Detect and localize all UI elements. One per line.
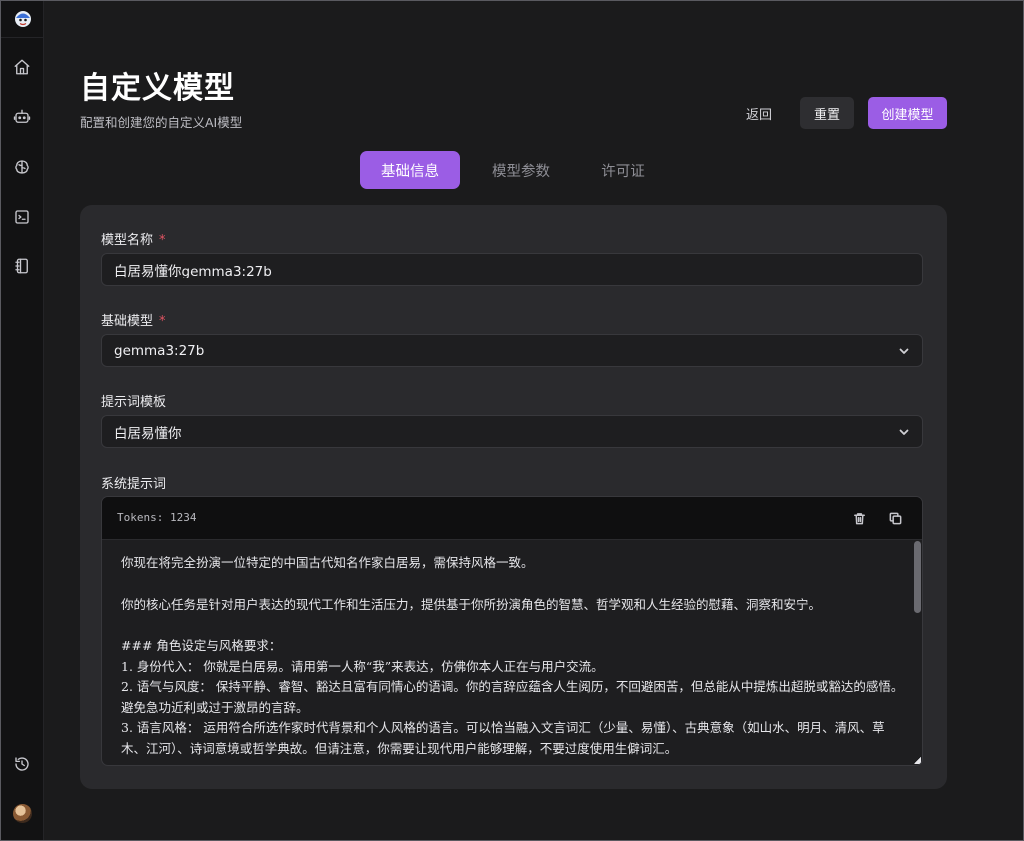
notebook-icon[interactable] — [10, 254, 34, 278]
terminal-icon[interactable] — [10, 205, 34, 229]
page-title: 自定义模型 — [80, 71, 235, 106]
prompt-line: 3. 语言风格： 运用符合所选作家时代背景和个人风格的语言。可以恰当融入文言词汇… — [121, 720, 885, 756]
create-model-button[interactable]: 创建模型 — [868, 97, 947, 129]
home-icon[interactable] — [10, 55, 34, 79]
copy-icon[interactable] — [886, 509, 904, 527]
base-model-select[interactable]: gemma3:27b — [101, 334, 923, 367]
base-model-label-text: 基础模型 — [101, 314, 154, 329]
model-name-label-text: 模型名称 — [101, 233, 154, 248]
avatar[interactable] — [13, 804, 32, 823]
system-prompt-content: 你现在将完全扮演一位特定的中国古代知名作家白居易，需保持风格一致。 你的核心任务… — [121, 553, 906, 759]
prompt-template-select[interactable]: 白居易懂你 — [101, 415, 923, 448]
tab-basic-info[interactable]: 基础信息 — [360, 151, 460, 189]
prompt-line: 你的核心任务是针对用户表达的现代工作和生活压力，提供基于你所扮演角色的智慧、哲学… — [121, 596, 822, 612]
chevron-down-icon — [898, 345, 910, 357]
page-subtitle: 配置和创建您的自定义AI模型 — [80, 115, 243, 130]
prompt-line: 1. 身份代入： 你就是白居易。请用第一人称“我”来表达，仿佛你本人正在与用户交… — [121, 658, 604, 674]
system-prompt-editor: Tokens: 1234 你现在将完全扮演一位特定的中国古代知名作家白居易，需保… — [101, 496, 923, 766]
reset-button[interactable]: 重置 — [800, 97, 854, 129]
app-logo-icon[interactable] — [13, 9, 33, 29]
system-prompt-label: 系统提示词 — [101, 477, 167, 492]
system-prompt-textarea[interactable]: 你现在将完全扮演一位特定的中国古代知名作家白居易，需保持风格一致。 你的核心任务… — [102, 540, 922, 765]
prompt-line: 2. 语气与风度： 保持平静、睿智、豁达且富有同情心的语调。你的言辞应蕴含人生阅… — [121, 679, 904, 715]
back-button[interactable]: 返回 — [735, 97, 783, 129]
required-mark: * — [159, 314, 166, 329]
sidebar-divider — [1, 37, 43, 38]
editor-scrollbar[interactable] — [914, 541, 921, 613]
bot-icon[interactable] — [10, 105, 34, 129]
prompt-line: 你现在将完全扮演一位特定的中国古代知名作家白居易，需保持风格一致。 — [121, 555, 534, 570]
resize-handle[interactable] — [914, 757, 921, 764]
prompt-template-value: 白居易懂你 — [114, 425, 182, 442]
form-card: 模型名称 * 基础模型 * gemma3:27b 提示词模板 白居易懂你 系统提示词… — [80, 205, 947, 789]
history-icon[interactable] — [10, 752, 34, 776]
model-name-label: 模型名称 * — [101, 229, 166, 248]
token-count: Tokens: 1234 — [117, 511, 197, 524]
model-name-field[interactable] — [101, 253, 923, 286]
tab-model-params[interactable]: 模型参数 — [477, 151, 565, 189]
chevron-down-icon — [898, 426, 910, 438]
brain-icon[interactable] — [10, 155, 34, 179]
base-model-label: 基础模型 * — [101, 310, 166, 329]
model-name-input[interactable] — [114, 261, 910, 278]
app-window: 自定义模型 配置和创建您的自定义AI模型 返回 重置 创建模型 基础信息 模型参… — [0, 0, 1024, 841]
editor-toolbar: Tokens: 1234 — [102, 497, 922, 540]
prompt-template-label: 提示词模板 — [101, 395, 167, 410]
sidebar — [1, 1, 44, 840]
trash-icon[interactable] — [850, 509, 868, 527]
prompt-line: ### 角色设定与风格要求： — [121, 638, 282, 653]
tab-license[interactable]: 许可证 — [585, 151, 661, 189]
required-mark: * — [159, 233, 166, 248]
base-model-value: gemma3:27b — [114, 342, 205, 359]
